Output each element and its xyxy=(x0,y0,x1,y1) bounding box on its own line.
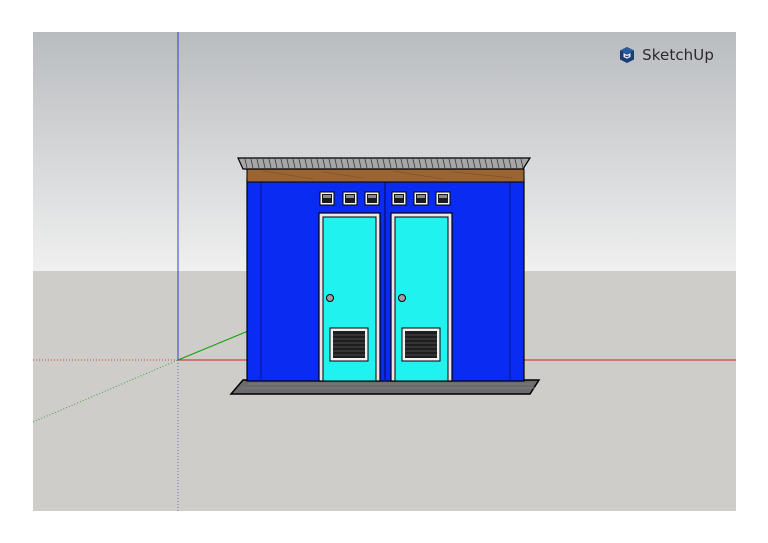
transom-window xyxy=(364,191,380,206)
right-door-knob xyxy=(398,294,406,302)
3d-viewport[interactable]: SketchUp xyxy=(33,32,736,511)
transom-window xyxy=(391,191,407,206)
floor-slab xyxy=(229,379,541,395)
left-door-vent xyxy=(329,327,369,362)
right-door xyxy=(390,212,453,382)
left-door xyxy=(318,212,381,382)
roof-beam xyxy=(246,168,525,183)
transom-window xyxy=(435,191,451,206)
transom-window xyxy=(413,191,429,206)
sketchup-logo-icon xyxy=(620,47,635,63)
brand-watermark: SketchUp xyxy=(618,46,714,64)
transom-window xyxy=(342,191,358,206)
brand-name: SketchUp xyxy=(642,46,714,64)
scene-canvas[interactable] xyxy=(33,32,736,511)
right-door-vent xyxy=(401,327,441,362)
left-door-knob xyxy=(326,294,334,302)
transom-window xyxy=(319,191,335,206)
